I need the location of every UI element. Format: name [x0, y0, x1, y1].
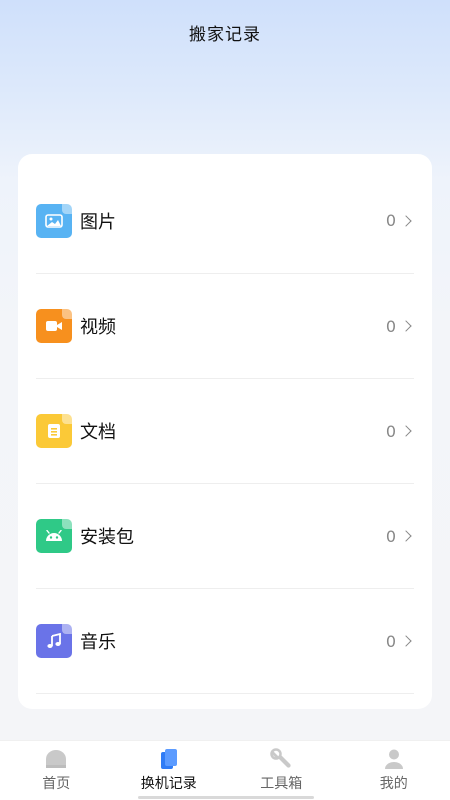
record-count: 0 — [385, 421, 396, 441]
chevron-right-icon — [400, 530, 412, 542]
chevron-right-icon — [400, 635, 412, 647]
record-row-images[interactable]: 图片 0 — [36, 154, 414, 274]
tab-label: 工具箱 — [260, 776, 303, 792]
image-file-icon — [36, 203, 72, 238]
record-label: 文档 — [80, 422, 116, 443]
home-icon — [44, 748, 68, 770]
record-count: 0 — [385, 211, 396, 230]
record-row-videos[interactable]: 视频 0 — [36, 274, 414, 379]
record-meta: 0 — [385, 211, 412, 230]
tab-label: 换机记录 — [140, 776, 197, 792]
record-count: 0 — [385, 631, 396, 651]
user-icon — [382, 748, 406, 770]
tab-label: 首页 — [42, 776, 71, 792]
record-count: 0 — [385, 526, 396, 546]
record-label: 视频 — [80, 317, 116, 338]
home-indicator — [138, 796, 314, 799]
tab-toolbox[interactable]: 工具箱 — [225, 741, 338, 800]
tab-label: 我的 — [379, 776, 408, 792]
record-label: 图片 — [80, 211, 116, 233]
record-meta: 0 — [385, 316, 412, 336]
record-label: 音乐 — [80, 632, 116, 653]
video-file-icon — [36, 309, 72, 343]
record-meta: 0 — [385, 526, 412, 546]
header: 搬家记录 — [0, 0, 450, 64]
record-row-packages[interactable]: 安装包 0 — [36, 484, 414, 589]
tab-home[interactable]: 首页 — [0, 741, 113, 800]
chevron-right-icon — [400, 320, 412, 332]
document-file-icon — [36, 414, 72, 448]
chevron-right-icon — [400, 214, 412, 227]
tab-records[interactable]: 换机记录 — [113, 741, 226, 800]
music-file-icon — [36, 624, 72, 658]
wrench-icon — [269, 748, 293, 770]
android-package-icon — [36, 519, 72, 553]
page-title: 搬家记录 — [189, 24, 261, 45]
record-icon — [157, 748, 181, 770]
record-meta: 0 — [385, 421, 412, 441]
record-label: 安装包 — [80, 527, 134, 548]
records-card: 图片 0 视频 0 文档 0 安装包 0 音乐 0 — [18, 154, 432, 709]
record-meta: 0 — [385, 631, 412, 651]
tab-profile[interactable]: 我的 — [338, 741, 450, 800]
record-row-documents[interactable]: 文档 0 — [36, 379, 414, 484]
record-row-music[interactable]: 音乐 0 — [36, 589, 414, 694]
chevron-right-icon — [400, 425, 412, 437]
record-count: 0 — [385, 316, 396, 336]
bottom-tab-bar: 首页 换机记录 工具箱 我的 — [0, 740, 450, 800]
